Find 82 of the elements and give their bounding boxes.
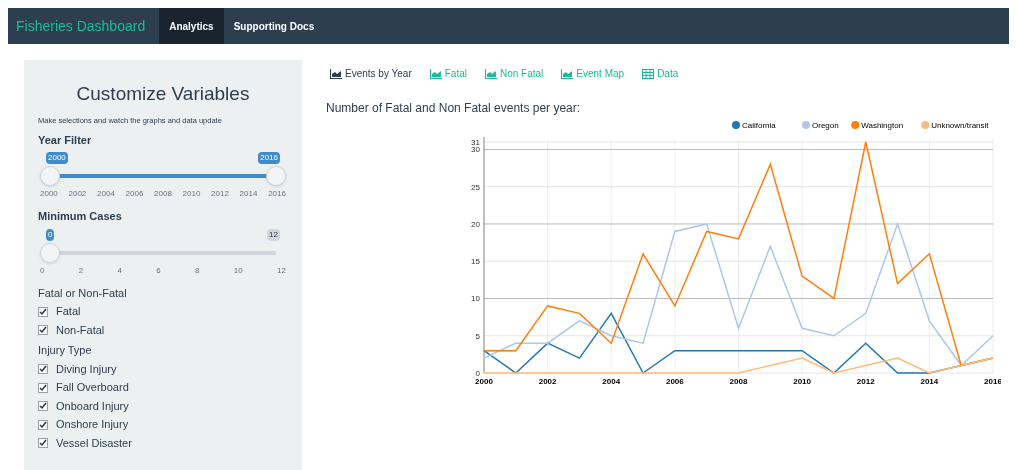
y-tick-label: 10 xyxy=(471,294,480,304)
x-tick-label: 2016 xyxy=(984,377,1001,386)
slider-tick-label: 2 xyxy=(78,264,84,277)
x-tick-label: 2010 xyxy=(793,377,811,386)
slider-handle[interactable] xyxy=(40,166,60,187)
slider-tick-label: 2002 xyxy=(68,188,87,201)
checkbox[interactable] xyxy=(38,306,48,317)
group-label: Fatal or Non-Fatal xyxy=(38,285,128,301)
slider-label: Minimum Cases xyxy=(38,209,123,225)
slider-value: 2016 xyxy=(258,152,280,165)
area-chart-icon xyxy=(484,68,497,79)
checkbox[interactable] xyxy=(38,438,48,448)
slider-tick-label: 2014 xyxy=(239,188,258,201)
y-tick-label: 25 xyxy=(471,182,480,192)
tab[interactable]: Non Fatal xyxy=(484,66,544,81)
table-icon xyxy=(642,68,655,79)
slider-tick-label: 4 xyxy=(117,264,122,277)
legend-dot[interactable] xyxy=(851,121,860,129)
nav-tab[interactable]: Analytics xyxy=(159,8,224,44)
brand-title[interactable]: Fisheries Dashboard xyxy=(8,8,154,44)
checkbox-label: Fatal xyxy=(56,304,81,320)
checkbox-label: Onshore Injury xyxy=(56,417,129,433)
area-chart-icon xyxy=(429,68,442,79)
sidebar-title: Customize Variables xyxy=(75,82,251,106)
slider-tick-label: 0 xyxy=(40,264,45,277)
y-tick-label: 20 xyxy=(471,219,480,229)
y-tick-label: 30 xyxy=(471,145,480,155)
slider-value: 0 xyxy=(46,228,55,241)
legend-dot[interactable] xyxy=(802,121,810,129)
checkbox-label: Onboard Injury xyxy=(56,398,129,414)
slider-tick-label: 2016 xyxy=(268,188,286,201)
chart-heading: Number of Fatal and Non Fatal events per year: xyxy=(326,100,582,117)
slider-tick-label: 12 xyxy=(277,264,286,277)
slider-tick-label: 2000 xyxy=(40,188,58,201)
legend-label: Washington xyxy=(861,121,904,130)
slider-tick-label: 2004 xyxy=(97,188,115,201)
x-tick-label: 2012 xyxy=(856,377,875,386)
x-tick-label: 2000 xyxy=(475,377,493,386)
y-tick-label: 5 xyxy=(475,331,480,341)
checkbox-label: Diving Injury xyxy=(56,361,117,377)
slider-value: 12 xyxy=(267,228,280,241)
checkbox-label: Fall Overboard xyxy=(56,380,129,396)
x-tick-label: 2008 xyxy=(729,377,748,386)
y-tick-label: 0 xyxy=(475,369,480,378)
y-tick-label: 31 xyxy=(471,138,480,147)
checkbox-label: Non-Fatal xyxy=(56,322,105,338)
area-chart-icon xyxy=(561,68,574,79)
legend-label: California xyxy=(742,121,776,130)
slider-tick-label: 8 xyxy=(195,264,200,277)
y-tick-label: 15 xyxy=(471,257,480,267)
slider-label: Year Filter xyxy=(38,132,93,148)
slider-handle[interactable] xyxy=(40,242,60,263)
checkbox[interactable] xyxy=(38,419,48,430)
nav-tab[interactable]: Supporting Docs xyxy=(223,8,325,44)
checkbox[interactable] xyxy=(38,401,48,411)
legend-label: Unknown/transit xyxy=(931,121,989,130)
x-tick-label: 2006 xyxy=(666,377,684,386)
tab[interactable]: Event Map xyxy=(561,66,625,81)
checkbox[interactable] xyxy=(38,364,48,374)
slider-tick-label: 2006 xyxy=(125,188,144,201)
tab[interactable]: Data xyxy=(642,66,679,81)
slider-tick-label: 6 xyxy=(156,264,161,277)
checkbox[interactable] xyxy=(38,325,48,335)
slider[interactable] xyxy=(40,166,286,187)
slider-handle[interactable] xyxy=(266,166,286,187)
legend-dot[interactable] xyxy=(732,121,740,129)
group-label: Injury Type xyxy=(38,343,93,359)
area-chart-icon xyxy=(330,68,342,79)
slider-tick-label: 10 xyxy=(233,264,243,277)
legend-label: Oregon xyxy=(812,121,839,130)
checkbox[interactable] xyxy=(38,382,48,393)
checkbox-label: Vessel Disaster xyxy=(56,435,132,451)
slider-tick-label: 2010 xyxy=(182,188,201,201)
tab[interactable]: Events by Year xyxy=(330,66,412,81)
slider-tick-label: 2012 xyxy=(211,188,229,201)
x-tick-label: 2014 xyxy=(920,377,939,386)
slider-value: 2000 xyxy=(46,152,68,165)
x-tick-label: 2004 xyxy=(602,377,621,386)
slider-tick-label: 2008 xyxy=(154,188,172,201)
tab[interactable]: Fatal xyxy=(429,66,467,81)
x-tick-label: 2002 xyxy=(538,377,557,386)
legend-dot[interactable] xyxy=(921,121,930,129)
